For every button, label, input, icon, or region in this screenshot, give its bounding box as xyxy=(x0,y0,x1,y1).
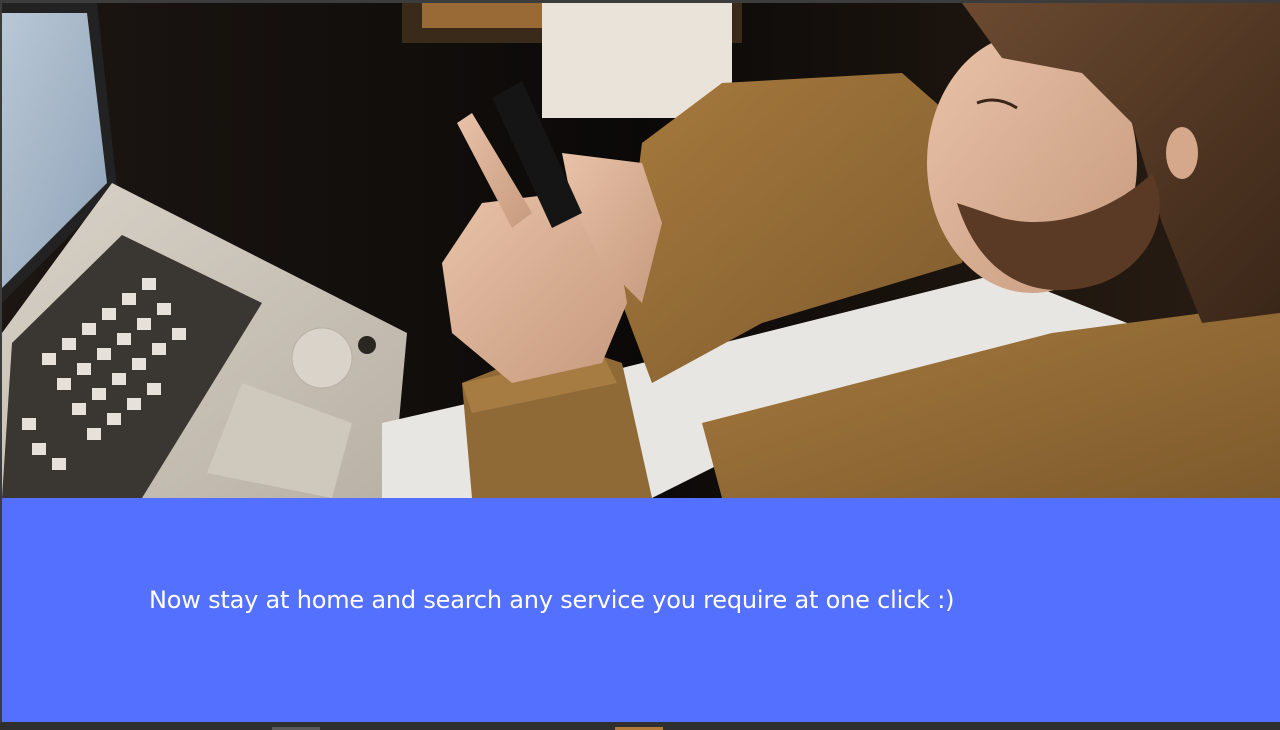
hero-photo-illustration xyxy=(2,3,1280,498)
app-window: Now stay at home and search any service … xyxy=(0,0,1280,730)
promo-banner: Now stay at home and search any service … xyxy=(2,498,1280,722)
banner-tagline: Now stay at home and search any service … xyxy=(149,586,955,614)
hero-image xyxy=(2,3,1280,498)
